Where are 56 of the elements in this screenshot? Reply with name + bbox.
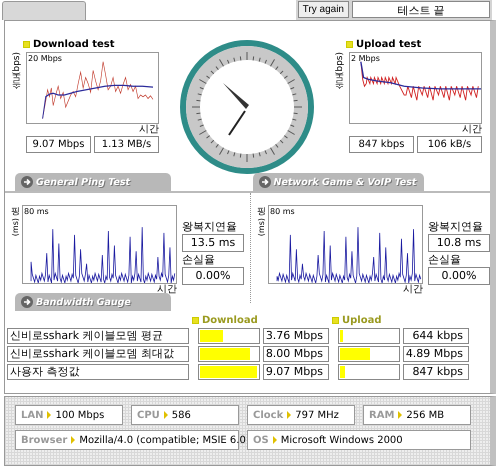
column-header: Upload — [332, 315, 400, 326]
row-label: 신비로sshark 케이블모뎀 평균 — [7, 328, 189, 344]
y-max-label: 80 ms — [24, 207, 49, 216]
speed-value: 9.07 Mbps — [26, 136, 91, 153]
download-value: 9.07 Mbps — [263, 364, 329, 380]
x-axis-label: 시간 — [462, 124, 482, 136]
y-axis-label: 핑 — [257, 206, 266, 218]
info-label: RAM — [369, 410, 394, 420]
try-again-button[interactable]: Try again — [298, 1, 349, 18]
y-max-label: 2 Mbps — [351, 54, 380, 63]
latency-label: 왕복지연율 — [428, 219, 484, 234]
info-label: LAN — [21, 410, 44, 420]
download-value: 3.76 Mbps — [263, 328, 329, 344]
row-label: 사용자 측정값 — [7, 364, 189, 380]
section-title: Bandwidth Gauge — [36, 296, 131, 308]
loss-label: 손실율 — [182, 252, 216, 267]
y-max-label: 20 Mbps — [28, 54, 62, 63]
latency-value: 13.5 ms — [182, 234, 244, 252]
test-title: Upload test — [346, 39, 482, 50]
loss-label: 손실율 — [428, 252, 462, 267]
status-field: 테스트 끝 — [352, 1, 490, 18]
latency-value: 10.8 ms — [428, 234, 490, 252]
loss-value: 0.00% — [182, 267, 244, 285]
y-max-label: 80 ms — [270, 207, 295, 216]
info-value: Microsoft Windows 2000 — [280, 434, 403, 446]
x-axis-label: 시간 — [403, 284, 423, 296]
section-title: General Ping Test — [36, 176, 130, 188]
upload-value: 644 kbps — [403, 328, 469, 344]
download-value: 8.00 Mbps — [263, 346, 329, 362]
y-axis-unit: (ms) — [257, 218, 266, 236]
rate-value: 1.13 MB/s — [94, 136, 159, 153]
info-label: Clock — [253, 410, 284, 420]
x-axis-label: 시간 — [139, 124, 159, 136]
info-value: 100 Mbps — [55, 410, 104, 420]
latency-label: 왕복지연율 — [182, 219, 238, 234]
y-axis-unit: (ms) — [11, 218, 20, 236]
info-value: 797 MHz — [295, 410, 339, 420]
y-axis-label: 핑 — [11, 206, 20, 218]
speed-value: 847 kbps — [349, 136, 414, 153]
loss-value: 0.00% — [428, 267, 490, 285]
column-header: Download — [192, 315, 260, 326]
info-value: 586 — [172, 410, 191, 420]
info-value: 256 MB — [406, 410, 444, 420]
row-label: 신비로sshark 케이블모뎀 최대값 — [7, 346, 189, 362]
rate-value: 106 kB/s — [417, 136, 482, 153]
upload-value: 4.89 Mbps — [403, 346, 469, 362]
section-title: Network Game & VoIP Test — [274, 176, 416, 188]
info-label: OS — [253, 434, 269, 446]
upload-value: 847 kbps — [403, 364, 469, 380]
info-value: Mozilla/4.0 (compatible; MSIE 6.0 — [79, 434, 246, 446]
x-axis-label: 시간 — [157, 284, 177, 296]
info-label: CPU — [137, 410, 160, 420]
y-axis-label: 속도 (bps) — [11, 52, 23, 96]
test-title: Download test — [23, 39, 159, 50]
y-axis-label: 속도 (bps) — [334, 52, 346, 96]
info-label: Browser — [21, 434, 68, 446]
